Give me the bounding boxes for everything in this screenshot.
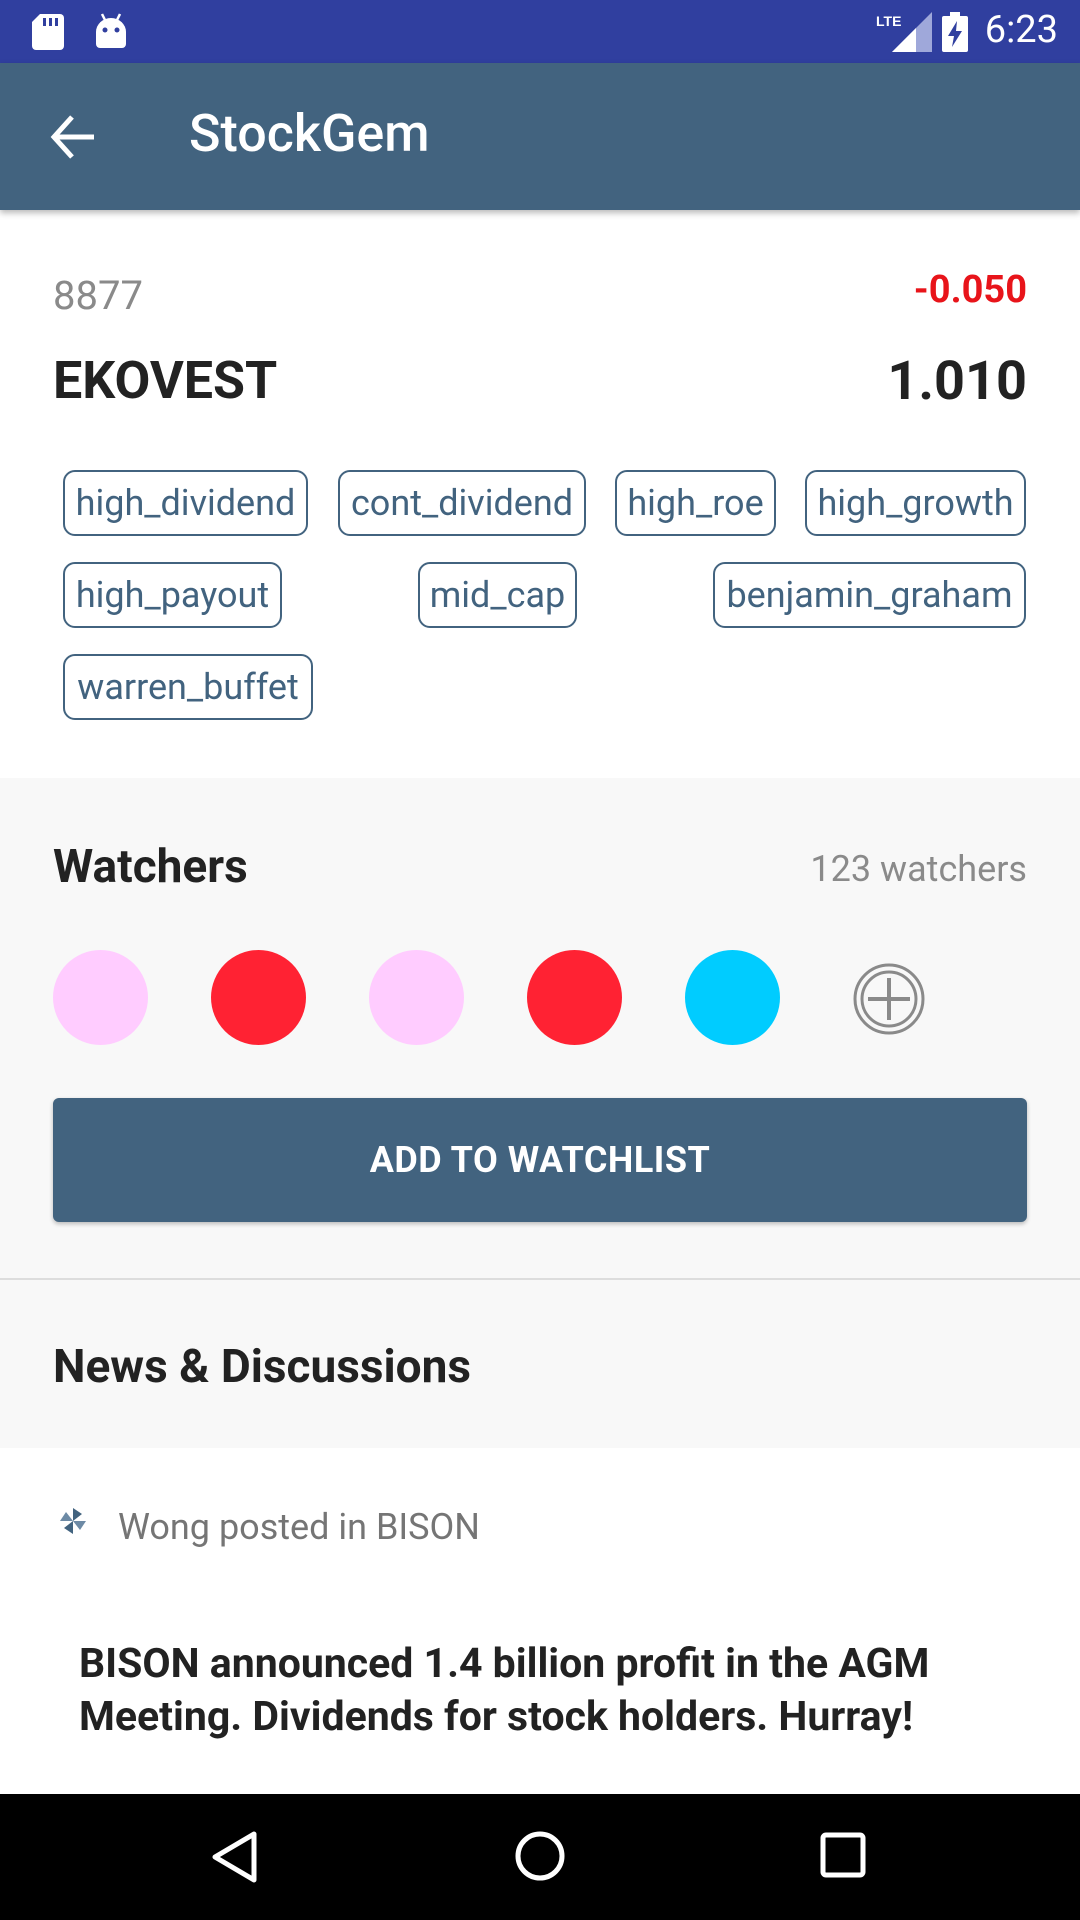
post-body: BISON announced 1.4 billion profit in th…	[79, 1640, 930, 1741]
post-meta: Wong posted in BISON	[118, 1506, 480, 1548]
tag-high-growth[interactable]: high_growth	[805, 470, 1026, 536]
tag-high-payout[interactable]: high_payout	[63, 562, 282, 628]
watcher-avatar[interactable]	[369, 950, 464, 1045]
status-bar: LTE 6:23	[0, 0, 1080, 63]
watchers-count: 123 watchers	[810, 848, 1027, 890]
watcher-avatar[interactable]	[527, 950, 622, 1045]
stock-name: EKOVEST	[53, 350, 278, 411]
stock-card: 8877 -0.050 EKOVEST 1.010 high_dividend …	[0, 210, 1080, 780]
nav-recent-apps-icon[interactable]	[820, 1832, 866, 1878]
app-bar: StockGem	[0, 63, 1080, 210]
watchers-section: Watchers 123 watchers ADD TO WATCHLIST	[0, 778, 1080, 1280]
stock-price: 1.010	[887, 350, 1027, 413]
back-arrow-icon[interactable]	[48, 111, 100, 163]
navigation-bar	[0, 1794, 1080, 1920]
nav-home-icon[interactable]	[514, 1830, 566, 1882]
battery-charging-icon	[942, 12, 968, 52]
news-title: News & Discussions	[53, 1340, 472, 1394]
tag-mid-cap[interactable]: mid_cap	[418, 562, 577, 628]
news-header: News & Discussions	[0, 1280, 1080, 1448]
lte-label: LTE	[876, 13, 901, 29]
nav-back-icon[interactable]	[210, 1830, 258, 1884]
tag-cont-dividend[interactable]: cont_dividend	[338, 470, 586, 536]
tag-high-roe[interactable]: high_roe	[615, 470, 776, 536]
add-to-watchlist-button[interactable]: ADD TO WATCHLIST	[53, 1098, 1027, 1222]
android-icon	[96, 13, 126, 48]
tag-high-dividend[interactable]: high_dividend	[63, 470, 308, 536]
pinwheel-icon	[60, 1508, 86, 1534]
app-title: StockGem	[189, 103, 430, 164]
tag-benjamin-graham[interactable]: benjamin_graham	[713, 562, 1026, 628]
stock-code: 8877	[53, 272, 143, 319]
watcher-avatar[interactable]	[685, 950, 780, 1045]
watcher-avatar[interactable]	[53, 950, 148, 1045]
clock: 6:23	[984, 8, 1058, 52]
news-post[interactable]: Wong posted in BISON BISON announced 1.4…	[0, 1448, 1080, 1794]
stock-change: -0.050	[913, 268, 1027, 312]
watcher-avatar[interactable]	[211, 950, 306, 1045]
lte-signal-icon: LTE	[876, 12, 932, 52]
tag-warren-buffet[interactable]: warren_buffet	[63, 654, 313, 720]
add-circle-icon[interactable]	[852, 962, 926, 1036]
sd-card-icon	[32, 14, 64, 50]
watchers-title: Watchers	[53, 840, 248, 894]
